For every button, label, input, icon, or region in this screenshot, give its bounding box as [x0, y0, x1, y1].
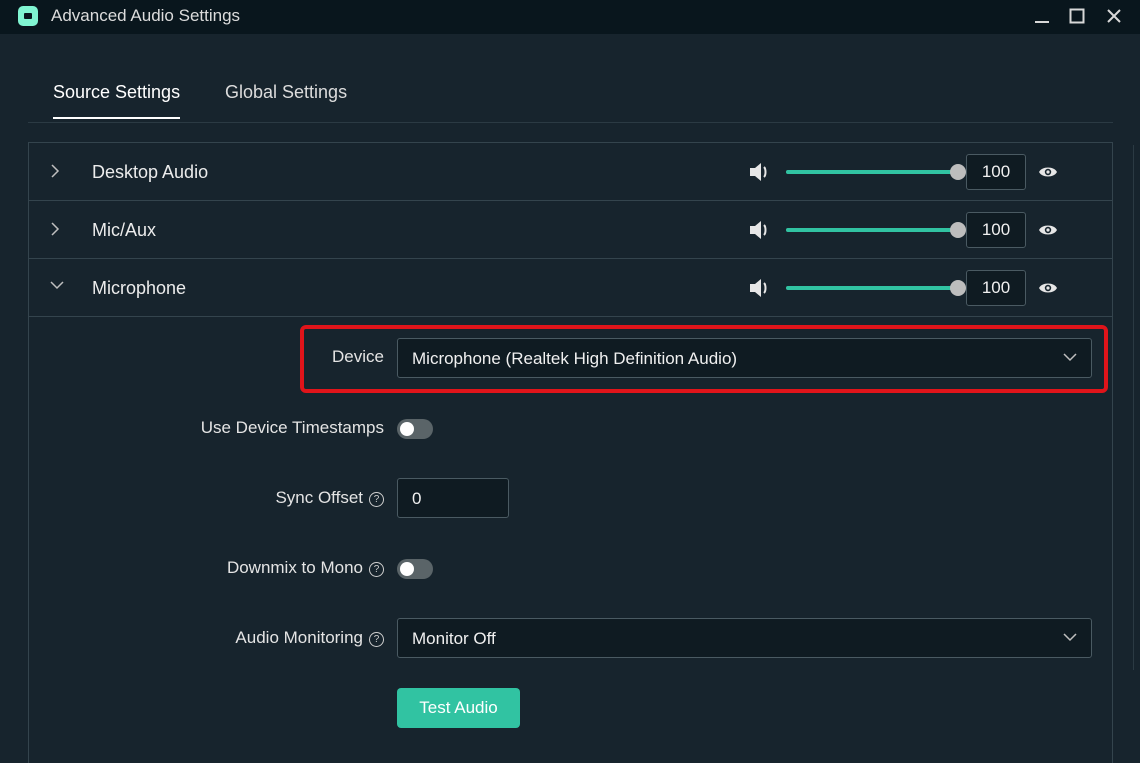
source-name: Desktop Audio	[92, 162, 209, 182]
sync-offset-label: Sync Offset?	[180, 488, 384, 508]
app-logo-icon	[18, 6, 38, 26]
source-row-microphone: Microphone 100	[29, 259, 1112, 317]
audio-monitoring-label: Audio Monitoring?	[150, 628, 384, 648]
chevron-right-icon[interactable]	[49, 163, 61, 179]
close-button[interactable]	[1099, 2, 1129, 30]
eye-icon[interactable]	[1038, 222, 1058, 238]
source-name: Mic/Aux	[92, 220, 157, 240]
eye-icon[interactable]	[1038, 280, 1058, 296]
use-device-timestamps-toggle[interactable]	[397, 419, 433, 439]
test-audio-button[interactable]: Test Audio	[397, 688, 520, 728]
window-edge	[1133, 145, 1140, 670]
downmix-to-mono-label: Downmix to Mono?	[150, 558, 384, 578]
source-row-mic-aux: Mic/Aux 100	[29, 201, 1112, 259]
audio-monitoring-label-text: Audio Monitoring	[235, 628, 363, 647]
volume-slider[interactable]	[786, 279, 966, 297]
help-icon[interactable]: ?	[369, 562, 384, 577]
downmix-to-mono-toggle[interactable]	[397, 559, 433, 579]
slider-handle[interactable]	[950, 222, 966, 238]
slider-handle[interactable]	[950, 280, 966, 296]
eye-icon[interactable]	[1038, 164, 1058, 180]
speaker-icon[interactable]	[749, 278, 771, 298]
source-name: Microphone	[92, 278, 187, 298]
audio-sources-panel: Desktop Audio 100 Mic/Aux 100 Microphone…	[28, 142, 1113, 763]
close-icon	[1107, 9, 1121, 23]
title-bar: Advanced Audio Settings	[0, 0, 1140, 34]
settings-tabs: Source Settings Global Settings	[28, 70, 1113, 123]
downmix-label-text: Downmix to Mono	[226, 558, 363, 577]
sync-offset-input[interactable]: 0	[397, 478, 509, 518]
tab-global-settings[interactable]: Global Settings	[225, 82, 347, 117]
slider-handle[interactable]	[950, 164, 966, 180]
volume-input[interactable]: 100	[966, 154, 1026, 190]
maximize-icon	[1069, 8, 1085, 24]
device-highlight-box	[300, 325, 1108, 393]
volume-input[interactable]: 100	[966, 212, 1026, 248]
minimize-icon	[1035, 21, 1049, 23]
minimize-button[interactable]	[1027, 2, 1057, 30]
chevron-down-icon[interactable]	[49, 279, 65, 291]
volume-input[interactable]: 100	[966, 270, 1026, 306]
chevron-right-icon[interactable]	[49, 221, 61, 237]
speaker-icon[interactable]	[749, 220, 771, 240]
speaker-icon[interactable]	[749, 162, 771, 182]
source-row-desktop-audio: Desktop Audio 100	[29, 143, 1112, 201]
help-icon[interactable]: ?	[369, 492, 384, 507]
audio-monitoring-value: Monitor Off	[412, 629, 496, 648]
window-title: Advanced Audio Settings	[51, 6, 241, 25]
chevron-down-icon	[1063, 633, 1077, 642]
use-device-timestamps-label: Use Device Timestamps	[200, 418, 384, 437]
audio-monitoring-select[interactable]: Monitor Off	[397, 618, 1092, 658]
volume-slider[interactable]	[786, 163, 966, 181]
volume-slider[interactable]	[786, 221, 966, 239]
help-icon[interactable]: ?	[369, 632, 384, 647]
sync-offset-label-text: Sync Offset	[275, 488, 363, 507]
maximize-button[interactable]	[1062, 2, 1092, 30]
tab-source-settings[interactable]: Source Settings	[53, 82, 181, 119]
